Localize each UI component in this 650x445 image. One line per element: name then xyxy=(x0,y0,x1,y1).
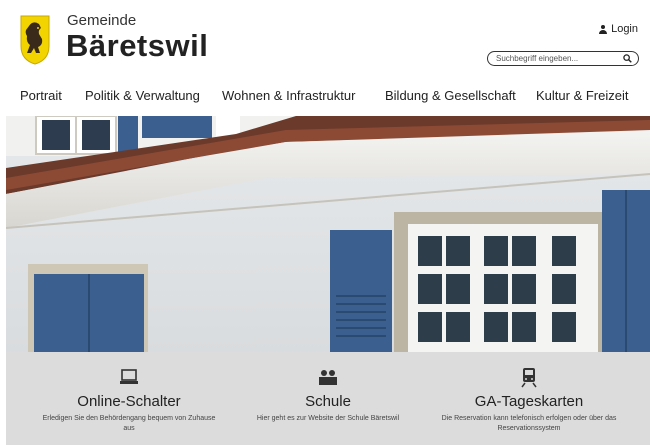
people-icon xyxy=(319,370,337,385)
nav-item-portrait[interactable]: Portrait xyxy=(20,88,62,103)
user-icon xyxy=(599,24,608,34)
tile-schule[interactable]: Schule Hier geht es zur Website der Schu… xyxy=(233,352,423,445)
nav-item-wohnen-infrastruktur[interactable]: Wohnen & Infrastruktur xyxy=(222,88,355,103)
hero-image xyxy=(6,116,650,352)
tile-description: Hier geht es zur Website der Schule Bäre… xyxy=(256,415,400,422)
train-icon xyxy=(521,368,537,388)
nav-item-politik-verwaltung[interactable]: Politik & Verwaltung xyxy=(85,88,200,103)
nav-item-bildung-gesellschaft[interactable]: Bildung & Gesellschaft xyxy=(385,88,516,103)
coat-of-arms-logo[interactable] xyxy=(19,14,51,66)
nav-item-kultur-freizeit[interactable]: Kultur & Freizeit xyxy=(536,88,628,103)
main-navigation: Portrait Politik & Verwaltung Wohnen & I… xyxy=(0,88,650,106)
quick-links: Online-Schalter Erledigen Sie den Behörd… xyxy=(6,352,650,445)
tile-description: Die Reservation kann telefonisch erfolge… xyxy=(441,415,617,432)
login-label: Login xyxy=(611,23,638,35)
search-icon[interactable] xyxy=(623,54,632,63)
tile-title: Schule xyxy=(305,393,351,410)
municipality-name[interactable]: Bäretswil xyxy=(66,28,208,64)
tile-title: Online-Schalter xyxy=(77,393,181,410)
house-facade-illustration xyxy=(6,116,650,352)
login-link[interactable]: Login xyxy=(599,23,638,35)
tile-ga-tageskarten[interactable]: GA-Tageskarten Die Reservation kann tele… xyxy=(434,352,624,445)
tile-description: Erledigen Sie den Behördengang bequem vo… xyxy=(42,415,216,432)
search-input[interactable] xyxy=(496,53,616,64)
tile-title: GA-Tageskarten xyxy=(474,393,584,410)
search-box xyxy=(487,51,639,66)
municipality-prefix: Gemeinde xyxy=(67,12,137,29)
tile-online-schalter[interactable]: Online-Schalter Erledigen Sie den Behörd… xyxy=(34,352,224,445)
laptop-icon xyxy=(120,369,138,384)
site-header: Gemeinde Bäretswil Login xyxy=(0,0,650,84)
